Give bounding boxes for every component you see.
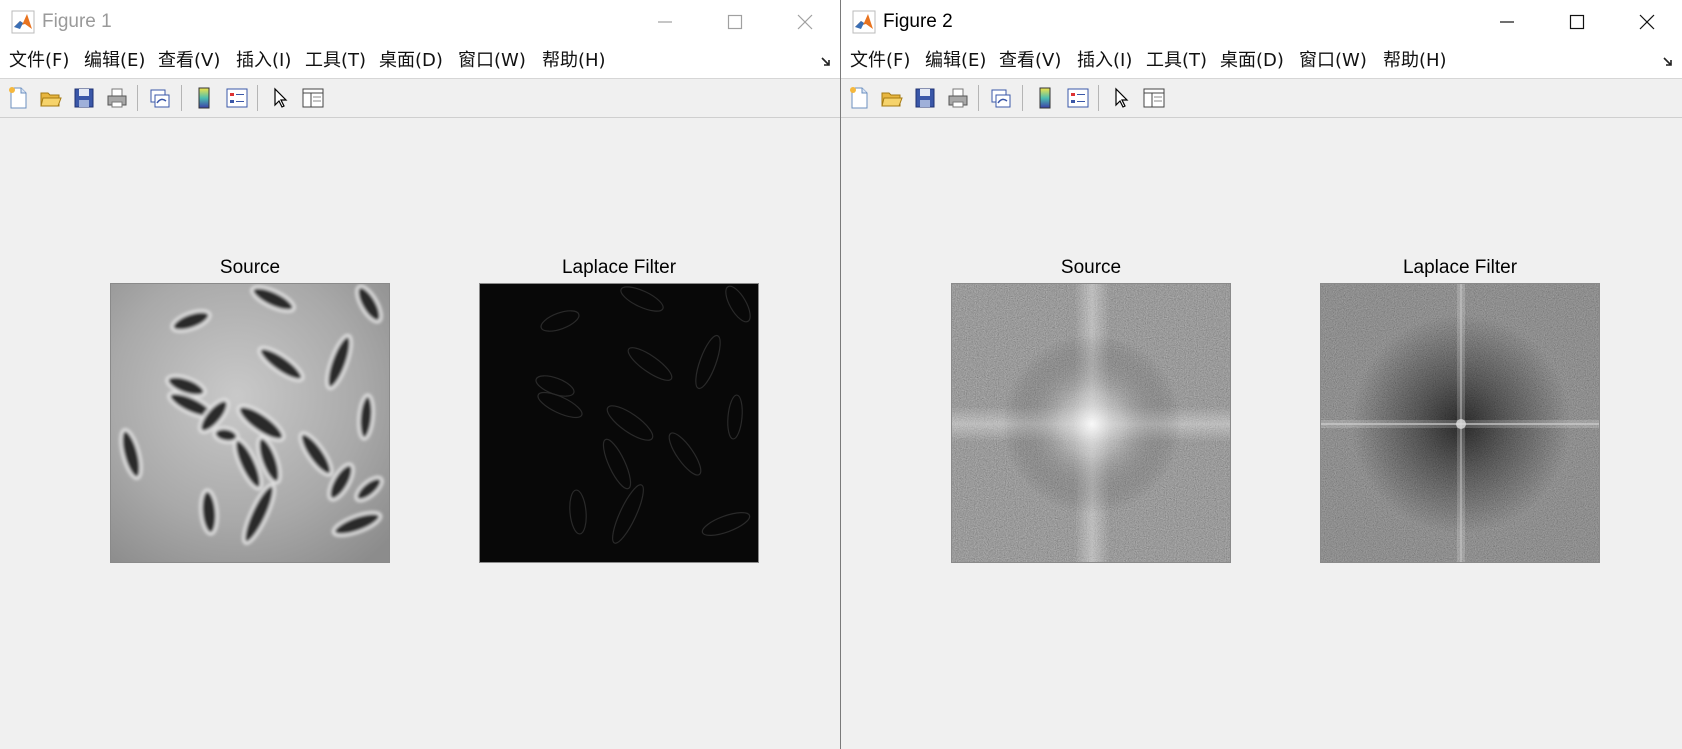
menu-tools[interactable]: 工具(T) <box>1146 49 1207 73</box>
colorbar-icon <box>198 87 210 109</box>
save-button[interactable] <box>911 84 939 112</box>
close-button[interactable] <box>770 0 840 44</box>
title-bar[interactable]: Figure 2 <box>841 0 1682 44</box>
print-icon <box>107 88 127 108</box>
menu-window[interactable]: 窗口(W) <box>1299 49 1367 73</box>
edit-plot-button[interactable] <box>266 84 294 112</box>
open-file-icon <box>40 92 62 107</box>
toolbar-separator <box>257 85 258 111</box>
source-image[interactable] <box>110 283 390 563</box>
toolbar-separator <box>137 85 138 111</box>
property-inspector-button[interactable] <box>299 84 327 112</box>
new-figure-button[interactable] <box>845 84 873 112</box>
property-inspector-button[interactable] <box>1140 84 1168 112</box>
new-figure-icon <box>9 87 27 109</box>
laplace-spectrum-image[interactable] <box>1320 283 1600 563</box>
menu-view[interactable]: 查看(V) <box>999 49 1061 73</box>
legend-icon <box>226 88 248 108</box>
minimize-button[interactable] <box>630 0 700 44</box>
title-bar[interactable]: Figure 1 <box>0 0 840 44</box>
figure-2-window[interactable]: Figure 2 文件(F) 编辑(E) 查看(V) 插入(I) 工具(T) 桌… <box>841 0 1682 749</box>
minimize-icon <box>1500 21 1514 23</box>
menu-help[interactable]: 帮助(H) <box>1383 49 1447 73</box>
laplace-edge-image <box>480 284 758 562</box>
menu-edit[interactable]: 编辑(E) <box>84 49 145 73</box>
figure-toolbar <box>841 79 1682 118</box>
close-icon <box>797 14 813 30</box>
print-button[interactable] <box>944 84 972 112</box>
matlab-logo-icon <box>11 10 35 34</box>
legend-button[interactable] <box>1064 84 1092 112</box>
minimize-icon <box>658 21 672 23</box>
save-icon <box>74 88 94 108</box>
laplace-image[interactable] <box>479 283 759 563</box>
link-plot-icon <box>991 89 1011 108</box>
open-file-icon <box>881 92 903 107</box>
maximize-button[interactable] <box>1542 0 1612 44</box>
menu-tools[interactable]: 工具(T) <box>305 49 366 73</box>
minimize-button[interactable] <box>1472 0 1542 44</box>
close-button[interactable] <box>1612 0 1682 44</box>
open-file-button[interactable] <box>878 84 906 112</box>
menu-help[interactable]: 帮助(H) <box>542 49 606 73</box>
new-figure-icon <box>850 87 868 109</box>
dock-arrow-icon[interactable] <box>820 56 832 68</box>
toolbar-separator <box>1022 85 1023 111</box>
source-spectrum-image[interactable] <box>951 283 1231 563</box>
toolbar-separator <box>181 85 182 111</box>
bacteria-microscope-image <box>111 284 389 562</box>
menu-bar: 文件(F) 编辑(E) 查看(V) 插入(I) 工具(T) 桌面(D) 窗口(W… <box>0 44 840 79</box>
maximize-button[interactable] <box>700 0 770 44</box>
toolbar-separator <box>1098 85 1099 111</box>
legend-button[interactable] <box>223 84 251 112</box>
menu-desktop[interactable]: 桌面(D) <box>379 49 443 73</box>
axes-title-source: Source <box>1060 257 1122 278</box>
menu-file[interactable]: 文件(F) <box>9 49 69 73</box>
menu-file[interactable]: 文件(F) <box>850 49 910 73</box>
legend-icon <box>1067 88 1089 108</box>
figure-1-window[interactable]: Figure 1 文件(F) 编辑(E) 查看(V) 插入(I) 工具(T) 桌… <box>0 0 841 749</box>
link-plot-button[interactable] <box>987 84 1015 112</box>
link-plot-icon <box>150 89 170 108</box>
toolbar-separator <box>978 85 979 111</box>
fourier-spectrum-image <box>952 284 1230 562</box>
dock-arrow-icon[interactable] <box>1662 56 1674 68</box>
menu-window[interactable]: 窗口(W) <box>458 49 526 73</box>
maximize-icon <box>727 14 743 30</box>
window-title: Figure 1 <box>42 11 112 32</box>
axes-title-laplace: Laplace Filter <box>561 257 677 278</box>
matlab-logo-icon <box>852 10 876 34</box>
menu-bar: 文件(F) 编辑(E) 查看(V) 插入(I) 工具(T) 桌面(D) 窗口(W… <box>841 44 1682 79</box>
edit-plot-arrow-icon <box>1115 87 1129 108</box>
colorbar-button[interactable] <box>1031 84 1059 112</box>
figure-toolbar <box>0 79 840 118</box>
edit-plot-arrow-icon <box>274 87 288 108</box>
link-plot-button[interactable] <box>146 84 174 112</box>
print-button[interactable] <box>103 84 131 112</box>
filtered-spectrum-image <box>1321 284 1599 562</box>
window-title: Figure 2 <box>883 11 953 32</box>
maximize-icon <box>1569 14 1585 30</box>
axes-title-laplace: Laplace Filter <box>1402 257 1518 278</box>
new-figure-button[interactable] <box>4 84 32 112</box>
colorbar-button[interactable] <box>190 84 218 112</box>
property-inspector-icon <box>1143 88 1165 108</box>
print-icon <box>948 88 968 108</box>
menu-insert[interactable]: 插入(I) <box>1077 49 1132 73</box>
property-inspector-icon <box>302 88 324 108</box>
close-icon <box>1639 14 1655 30</box>
menu-desktop[interactable]: 桌面(D) <box>1220 49 1284 73</box>
edit-plot-button[interactable] <box>1107 84 1135 112</box>
menu-insert[interactable]: 插入(I) <box>236 49 291 73</box>
menu-view[interactable]: 查看(V) <box>158 49 220 73</box>
axes-title-source: Source <box>219 257 281 278</box>
menu-edit[interactable]: 编辑(E) <box>925 49 986 73</box>
open-file-button[interactable] <box>37 84 65 112</box>
save-icon <box>915 88 935 108</box>
save-button[interactable] <box>70 84 98 112</box>
colorbar-icon <box>1039 87 1051 109</box>
